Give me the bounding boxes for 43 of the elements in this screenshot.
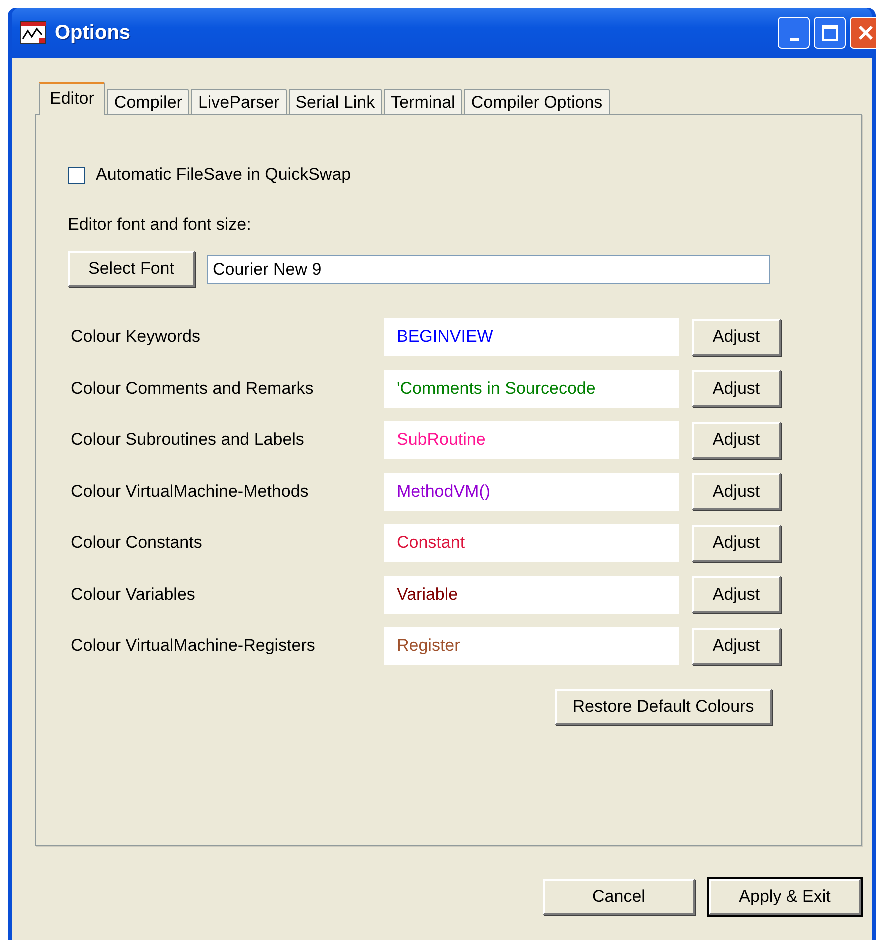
colour-sample: Variable [384, 576, 679, 614]
adjust-button[interactable]: Adjust [692, 473, 781, 510]
colour-sample: 'Comments in Sourcecode [384, 370, 679, 408]
colour-sample: BEGINVIEW [384, 318, 679, 356]
adjust-button[interactable]: Adjust [692, 628, 781, 664]
maximize-icon [821, 24, 839, 42]
maximize-button[interactable] [814, 17, 846, 49]
colour-label: Colour Variables [70, 584, 196, 604]
colour-sample: SubRoutine [384, 421, 679, 459]
select-font-button[interactable]: Select Font [68, 251, 195, 287]
checkbox[interactable] [68, 166, 85, 184]
adjust-button[interactable]: Adjust [692, 524, 781, 562]
adjust-button[interactable]: Adjust [692, 422, 781, 458]
colour-label: Colour Constants [70, 533, 204, 553]
window-title: Options [55, 22, 132, 44]
minimize-button[interactable] [778, 17, 810, 49]
cancel-button[interactable]: Cancel [543, 879, 695, 915]
colour-label: Colour Comments and Remarks [70, 378, 315, 398]
adjust-button[interactable]: Adjust [692, 370, 781, 407]
adjust-button[interactable]: Adjust [692, 318, 781, 356]
minimize-icon [790, 38, 798, 40]
close-button[interactable] [850, 17, 876, 49]
adjust-button[interactable]: Adjust [692, 576, 781, 613]
colour-sample: Register [384, 627, 679, 665]
tab[interactable]: Terminal [384, 89, 462, 114]
checkbox-label: Automatic FileSave in QuickSwap [96, 165, 352, 185]
colour-sample: Constant [384, 524, 679, 562]
tab[interactable]: Compiler [107, 89, 190, 114]
colour-label: Colour Keywords [70, 327, 202, 347]
colour-sample: MethodVM() [384, 472, 679, 510]
tab[interactable]: Serial Link [288, 89, 382, 114]
font-label: Editor font and font size: [68, 215, 252, 235]
close-icon [857, 24, 875, 42]
restore-defaults-button[interactable]: Restore Default Colours [555, 689, 772, 725]
colour-label: Colour VirtualMachine-Registers [70, 636, 316, 656]
apply-exit-button[interactable]: Apply & Exit [709, 879, 861, 915]
colour-label: Colour VirtualMachine-Methods [70, 482, 310, 502]
tab[interactable]: Compiler Options [464, 89, 610, 114]
tab[interactable]: Editor [39, 82, 106, 115]
app-icon [20, 21, 47, 45]
font-field[interactable]: Courier New 9 [207, 254, 770, 284]
colour-label: Colour Subroutines and Labels [70, 430, 306, 450]
tab[interactable]: LiveParser [191, 89, 287, 114]
